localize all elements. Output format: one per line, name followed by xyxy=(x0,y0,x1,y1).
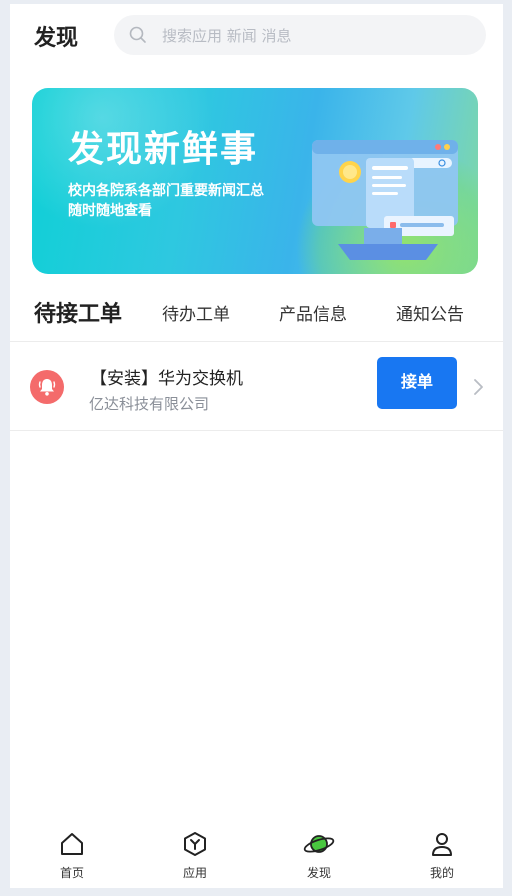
app-screen: 发现 搜索应用 新闻 消息 发现新鲜事 校内各院系各部门重要新闻汇总 随时随地查… xyxy=(10,4,503,888)
tab-notices[interactable]: 通知公告 xyxy=(396,300,464,325)
top-bar: 发现 搜索应用 新闻 消息 xyxy=(10,4,503,68)
nav-label: 我的 xyxy=(429,866,454,880)
nav-label: 应用 xyxy=(182,866,207,880)
tab-product-info[interactable]: 产品信息 xyxy=(279,300,347,325)
nav-discover[interactable]: 发现 xyxy=(279,830,359,881)
banner-subtitle-1: 校内各院系各部门重要新闻汇总 xyxy=(68,183,264,199)
search-icon xyxy=(129,26,146,43)
search-input[interactable]: 搜索应用 新闻 消息 xyxy=(114,15,486,55)
news-banner[interactable]: 发现新鲜事 校内各院系各部门重要新闻汇总 随时随地查看 xyxy=(32,88,478,274)
banner-title: 发现新鲜事 xyxy=(68,129,259,170)
nav-label: 首页 xyxy=(59,866,84,880)
nav-home[interactable]: 首页 xyxy=(32,830,112,881)
category-tabs: 待接工单 待办工单 产品信息 通知公告 xyxy=(10,290,503,340)
tab-pending-orders[interactable]: 待接工单 xyxy=(34,296,122,328)
planet-icon xyxy=(303,835,335,853)
order-company: 亿达科技有限公司 xyxy=(89,395,210,413)
banner-subtitle-2: 随时随地查看 xyxy=(68,203,152,219)
user-icon xyxy=(432,833,452,856)
page-title: 发现 xyxy=(34,26,79,51)
order-title: 【安装】华为交换机 xyxy=(90,369,243,389)
list-item[interactable]: 【安装】华为交换机 亿达科技有限公司 接单 xyxy=(10,342,503,430)
search-placeholder: 搜索应用 新闻 消息 xyxy=(162,27,292,45)
nav-apps[interactable]: 应用 xyxy=(155,830,235,881)
apps-icon xyxy=(184,832,206,856)
nav-profile[interactable]: 我的 xyxy=(402,830,482,881)
bell-icon xyxy=(30,370,64,404)
tab-todo-orders[interactable]: 待办工单 xyxy=(162,300,230,325)
bottom-nav: 首页 应用 发现 我的 xyxy=(10,820,503,888)
browser-illustration-icon xyxy=(312,140,458,260)
accept-order-button[interactable]: 接单 xyxy=(377,357,457,409)
divider xyxy=(10,430,503,431)
home-icon xyxy=(61,833,83,855)
chevron-right-icon[interactable] xyxy=(472,378,484,396)
nav-label: 发现 xyxy=(306,866,331,880)
